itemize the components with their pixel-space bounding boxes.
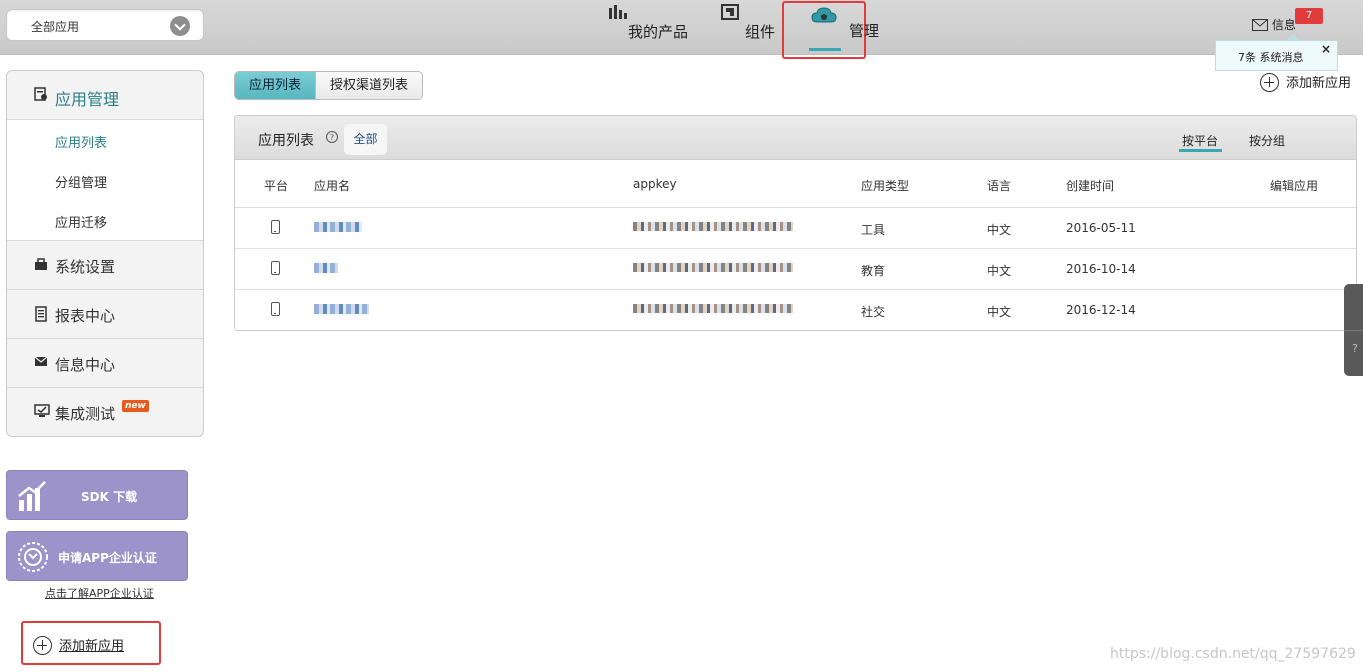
mobile-phone-icon [271,220,280,234]
apply-enterprise-cert-label: 申请APP企业认证 [58,551,157,565]
sidebar-item-label: 报表中心 [55,307,116,325]
watermark: https://blog.csdn.net/qq_27597629 [1110,646,1356,662]
sidebar-item-label: 信息中心 [55,356,116,374]
plus-circle-icon [33,636,52,655]
app-name-link[interactable] [314,304,369,314]
app-select-value: 全部应用 [31,20,80,34]
sidebar-item-info-center[interactable]: 信息中心 [7,339,203,388]
report-icon [35,306,47,322]
envelope-icon [34,356,48,366]
sidebar-subitem-app-list[interactable]: 应用列表 [7,120,203,160]
language-cell: 中文 [987,264,1012,278]
sidebar-subitem-group-manage[interactable]: 分组管理 [7,160,203,200]
system-message-popup[interactable]: 7条 系统消息 × [1215,34,1338,71]
app-name-link[interactable] [314,222,362,232]
help-icon[interactable]: ? [326,131,338,143]
components-icon [721,4,739,20]
sidebar-item-label: 应用管理 [55,90,120,109]
add-new-app-button-top[interactable]: 添加新应用 [1260,72,1351,92]
nav-my-products[interactable]: 我的产品 [578,0,688,55]
chevron-down-icon[interactable] [170,16,190,36]
nav-my-products-label: 我的产品 [627,23,688,41]
floating-support-bar[interactable]: ? [1344,284,1363,376]
enterprise-cert-info-link[interactable]: 点击了解APP企业认证 [45,585,154,601]
column-header-language: 语言 [987,179,1012,193]
apply-enterprise-cert-button[interactable]: 申请APP企业认证 [6,531,188,581]
column-header-app-type: 应用类型 [861,179,910,193]
system-message-text: 7条 系统消息 [1238,51,1304,64]
nav-manage[interactable]: 管理 [782,1,879,59]
sidebar: 应用管理 应用列表 分组管理 应用迁移 系统设置 报表中心 信息中心 集成测试 … [6,70,204,437]
add-new-app-button-bottom[interactable]: 添加新应用 [21,621,161,665]
settings-icon [35,258,47,270]
sdk-download-button[interactable]: SDK 下载 [6,470,188,520]
app-select-dropdown[interactable]: 全部应用 [6,9,204,41]
bar-chart-icon [609,5,627,19]
sidebar-subitem-app-migrate[interactable]: 应用迁移 [7,200,203,241]
filter-all-button[interactable]: 全部 [344,124,387,155]
mobile-phone-icon [271,302,280,316]
add-new-app-label-top: 添加新应用 [1286,76,1352,91]
appkey-value [633,304,793,313]
mobile-phone-icon [271,261,280,275]
column-header-app-name: 应用名 [314,179,351,193]
top-bar: 全部应用 我的产品 组件 管理 信息 7 [0,0,1363,59]
sidebar-item-app-manage[interactable]: 应用管理 [7,71,203,120]
sidebar-item-label: 集成测试 [55,405,116,423]
nav-components-label: 组件 [744,23,775,41]
new-badge: new [122,400,149,412]
messages-link[interactable]: 信息 [1252,16,1296,33]
column-header-appkey: appkey [633,177,677,191]
table-row[interactable]: 工具 中文 2016-05-11 [235,208,1356,249]
panel-title: 应用列表 [258,133,314,149]
divider [1344,330,1363,331]
app-type-cell: 教育 [861,264,886,278]
app-name-link[interactable] [314,263,338,273]
panel-header: 应用列表 ? 全部 按平台 按分组 [235,116,1356,160]
created-date-cell: 2016-12-14 [1066,303,1136,317]
group-by-group-button[interactable]: 按分组 [1249,132,1285,149]
created-date-cell: 2016-10-14 [1066,262,1136,276]
tab-app-list[interactable]: 应用列表 [235,72,316,99]
nav-components[interactable]: 组件 [700,0,775,55]
language-cell: 中文 [987,305,1012,319]
group-by-platform-button[interactable]: 按平台 [1178,132,1223,152]
sdk-download-label: SDK 下载 [81,490,138,504]
growth-chart-icon [18,481,46,511]
close-icon[interactable]: × [1321,42,1331,56]
nav-manage-label: 管理 [848,22,879,40]
messages-count-badge: 7 [1295,8,1323,24]
appkey-value [633,222,793,231]
table-row[interactable]: 教育 中文 2016-10-14 [235,249,1356,290]
app-type-cell: 社交 [861,305,886,319]
envelope-icon [1252,19,1268,31]
sidebar-item-integration-test[interactable]: 集成测试 new [7,388,203,436]
sidebar-item-system-settings[interactable]: 系统设置 [7,241,203,290]
nav-manage-active-indicator [809,48,841,51]
certificate-icon [18,542,48,572]
table-header: 平台 应用名 appkey 应用类型 语言 创建时间 编辑应用 [235,160,1356,208]
table-row[interactable]: 社交 中文 2016-12-14 [235,290,1356,330]
sidebar-subitem-label: 分组管理 [55,176,108,191]
appkey-value [633,263,793,272]
tab-authorized-channel-list[interactable]: 授权渠道列表 [315,72,423,99]
sidebar-item-label: 系统设置 [55,258,116,276]
app-type-cell: 工具 [861,223,886,237]
app-manage-icon [34,87,47,101]
column-header-edit: 编辑应用 [1270,179,1319,193]
sidebar-item-report-center[interactable]: 报表中心 [7,290,203,339]
language-cell: 中文 [987,223,1012,237]
messages-label: 信息 [1271,18,1296,32]
plus-circle-icon [1260,73,1279,92]
created-date-cell: 2016-05-11 [1066,221,1136,235]
list-tabs: 应用列表 授权渠道列表 [234,71,424,100]
sidebar-subitem-label: 应用列表 [55,136,108,151]
help-icon[interactable]: ? [1352,342,1358,355]
sidebar-subitem-label: 应用迁移 [55,216,108,231]
add-new-app-label-bottom: 添加新应用 [59,639,125,654]
column-header-created: 创建时间 [1066,179,1115,193]
column-header-platform: 平台 [264,179,289,193]
monitor-icon [34,404,50,417]
app-list-panel: 应用列表 ? 全部 按平台 按分组 平台 应用名 appkey 应用类型 语言 … [234,115,1357,331]
